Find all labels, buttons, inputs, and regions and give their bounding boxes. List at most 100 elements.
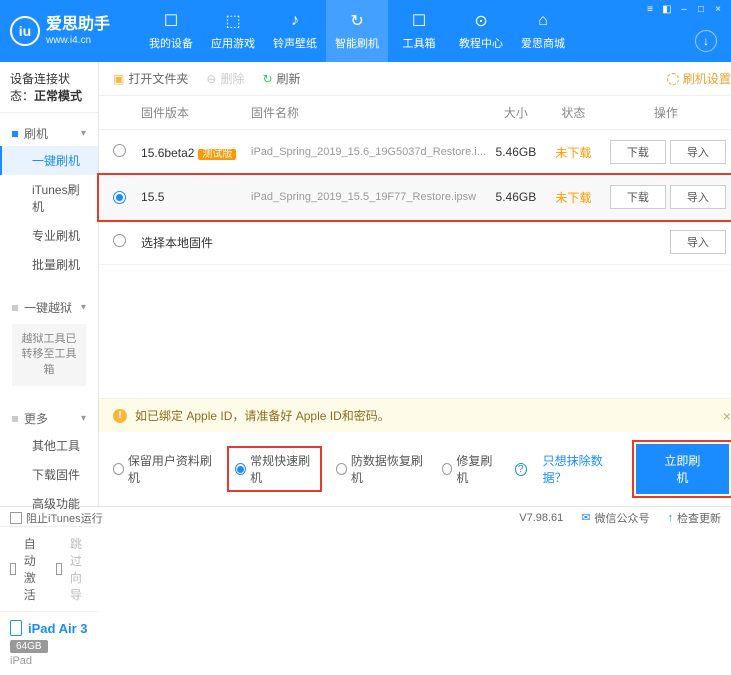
flash-now-button[interactable]: 立即刷机	[636, 444, 729, 494]
flash-options: 保留用户资料刷机 常规快速刷机 防数据恢复刷机 修复刷机 ? 只想抹除数据？ 立…	[99, 432, 731, 506]
row-radio[interactable]	[113, 191, 126, 204]
radio-icon	[336, 463, 347, 475]
wechat-icon: ✉	[581, 511, 590, 524]
window-controls: ≡ ◧ – □ ×	[643, 2, 725, 16]
opt-keep-data[interactable]: 保留用户资料刷机	[113, 452, 213, 486]
sidebar-item-othertools[interactable]: 其他工具	[0, 431, 98, 460]
sidebar-item-pro[interactable]: 专业刷机	[0, 221, 98, 250]
delete-button[interactable]: ⊖删除	[206, 70, 244, 87]
opt-repair[interactable]: 修复刷机	[442, 452, 499, 486]
dot-icon	[12, 416, 18, 422]
nav-tutorial[interactable]: ⊙教程中心	[450, 0, 512, 62]
wechat-link[interactable]: ✉微信公众号	[581, 510, 649, 526]
jailbreak-note: 越狱工具已转移至工具箱	[12, 324, 86, 386]
device-type: iPad	[10, 655, 88, 667]
download-button[interactable]: 下载	[610, 140, 666, 164]
download-button[interactable]: 下载	[610, 185, 666, 209]
nav-tools[interactable]: ☐工具箱	[388, 0, 450, 62]
sidebar-item-batch[interactable]: 批量刷机	[0, 250, 98, 279]
flash-settings-button[interactable]: 刷机设置	[667, 70, 731, 87]
check-update-link[interactable]: ↑检查更新	[668, 510, 722, 526]
sidebar-item-oneclick[interactable]: 一键刷机	[0, 146, 98, 175]
update-icon: ↑	[668, 512, 674, 524]
refresh-icon: ↻	[262, 72, 272, 86]
nav-ringtone[interactable]: ♪铃声壁纸	[264, 0, 326, 62]
close-icon[interactable]: ×	[723, 408, 731, 424]
device-icon: ☐	[161, 11, 181, 31]
firmware-row[interactable]: 15.6beta2测试版 iPad_Spring_2019_15.6_19G50…	[99, 130, 731, 175]
table-header: 固件版本 固件名称 大小 状态 操作	[99, 96, 731, 130]
radio-icon	[113, 463, 124, 475]
toolbox-icon: ☐	[409, 11, 429, 31]
nav-apps[interactable]: ⬚应用游戏	[202, 0, 264, 62]
chevron-down-icon: ▾	[81, 302, 86, 313]
logo: iu 爱思助手 www.i4.cn	[10, 15, 110, 46]
win-min-icon[interactable]: –	[677, 2, 691, 16]
dot-icon	[12, 131, 18, 137]
warning-bar: ! 如已绑定 Apple ID，请准备好 Apple ID和密码。 ×	[99, 398, 731, 432]
firmware-row-selected[interactable]: 15.5 iPad_Spring_2019_15.5_19F77_Restore…	[99, 175, 731, 220]
sidebar-head-jailbreak[interactable]: 一键越狱▾	[0, 295, 98, 320]
win-menu-icon[interactable]: ≡	[643, 2, 657, 16]
app-header: iu 爱思助手 www.i4.cn ☐我的设备 ⬚应用游戏 ♪铃声壁纸 ↻智能刷…	[0, 0, 731, 62]
win-max-icon[interactable]: □	[694, 2, 708, 16]
checkbox-icon	[10, 512, 22, 524]
import-button[interactable]: 导入	[670, 140, 726, 164]
warning-text: 如已绑定 Apple ID，请准备好 Apple ID和密码。	[135, 407, 390, 424]
fw-size: 5.46GB	[486, 190, 546, 204]
sidebar-head-flash[interactable]: 刷机▾	[0, 121, 98, 146]
main-nav: ☐我的设备 ⬚应用游戏 ♪铃声壁纸 ↻智能刷机 ☐工具箱 ⊙教程中心 ⌂爱思商城	[140, 0, 574, 62]
col-version: 固件版本	[141, 104, 251, 121]
help-icon[interactable]: ?	[515, 463, 527, 476]
sidebar-item-dlfirmware[interactable]: 下载固件	[0, 460, 98, 489]
skip-guide-checkbox[interactable]	[56, 563, 62, 575]
connection-status: 设备连接状态：正常模式	[0, 62, 98, 113]
sidebar-options: 自动激活 跳过向导	[0, 526, 98, 611]
local-firmware-row[interactable]: 选择本地固件 导入	[99, 220, 731, 265]
fw-state: 未下载	[546, 189, 601, 206]
col-state: 状态	[546, 104, 601, 121]
ipad-icon	[10, 620, 22, 636]
nav-my-device[interactable]: ☐我的设备	[140, 0, 202, 62]
col-name: 固件名称	[251, 104, 486, 121]
warning-icon: !	[113, 409, 127, 423]
chevron-down-icon: ▾	[81, 413, 86, 424]
win-close-icon[interactable]: ×	[711, 2, 725, 16]
sidebar-head-more[interactable]: 更多▾	[0, 406, 98, 431]
device-info[interactable]: iPad Air 3 64GB iPad	[0, 611, 98, 675]
radio-icon	[235, 463, 246, 475]
row-radio[interactable]	[113, 144, 126, 157]
toolbar: ▣打开文件夹 ⊖删除 ↻刷新 刷机设置	[99, 62, 731, 96]
opt-normal-flash[interactable]: 常规快速刷机	[229, 448, 320, 490]
nav-store[interactable]: ⌂爱思商城	[512, 0, 574, 62]
fw-state: 未下载	[546, 144, 601, 161]
gear-icon	[667, 73, 679, 85]
col-ops: 操作	[601, 104, 731, 121]
open-folder-button[interactable]: ▣打开文件夹	[113, 70, 188, 87]
footer: 阻止iTunes运行 V7.98.61 ✉微信公众号 ↑检查更新	[0, 506, 731, 528]
sidebar-item-itunes[interactable]: iTunes刷机	[0, 175, 98, 221]
import-button[interactable]: 导入	[670, 230, 726, 254]
block-itunes-option[interactable]: 阻止iTunes运行	[10, 510, 103, 526]
local-fw-label: 选择本地固件	[141, 234, 661, 251]
opt-anti-recovery[interactable]: 防数据恢复刷机	[336, 452, 426, 486]
sidebar: 设备连接状态：正常模式 刷机▾ 一键刷机 iTunes刷机 专业刷机 批量刷机 …	[0, 62, 99, 506]
dot-icon	[12, 305, 18, 311]
row-radio[interactable]	[113, 234, 126, 247]
import-button[interactable]: 导入	[670, 185, 726, 209]
app-icon: ⬚	[223, 11, 243, 31]
chevron-down-icon: ▾	[81, 128, 86, 139]
delete-icon: ⊖	[206, 72, 216, 86]
download-manager-icon[interactable]: ↓	[695, 30, 717, 52]
beta-tag: 测试版	[198, 149, 236, 160]
win-skin-icon[interactable]: ◧	[660, 2, 674, 16]
storage-badge: 64GB	[10, 640, 48, 653]
erase-link[interactable]: 只想抹除数据？	[543, 452, 618, 486]
app-title: 爱思助手	[46, 15, 110, 34]
nav-flash[interactable]: ↻智能刷机	[326, 0, 388, 62]
auto-activate-checkbox[interactable]	[10, 563, 16, 575]
flash-icon: ↻	[347, 11, 367, 31]
refresh-button[interactable]: ↻刷新	[262, 70, 300, 87]
logo-icon: iu	[10, 16, 40, 46]
main-panel: ▣打开文件夹 ⊖删除 ↻刷新 刷机设置 固件版本 固件名称 大小 状态 操作 1…	[99, 62, 731, 506]
